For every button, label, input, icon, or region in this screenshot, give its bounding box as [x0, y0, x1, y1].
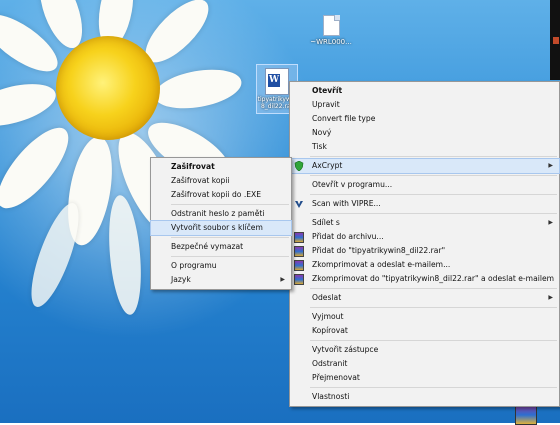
menu-item-cut[interactable]: Vyjmout	[290, 310, 559, 324]
menu-item-label: Zašifrovat	[171, 162, 215, 171]
menu-separator	[310, 156, 557, 157]
menu-item-label: Vyjmout	[312, 312, 344, 321]
menu-item-properties[interactable]: Vlastnosti	[290, 390, 559, 404]
menu-item-copy[interactable]: Kopírovat	[290, 324, 559, 338]
document-icon	[322, 15, 340, 36]
submenu-arrow-icon: ▶	[548, 294, 553, 301]
desktop-icon-wrl[interactable]: ~WRL000...	[308, 15, 354, 46]
gadget-icon[interactable]	[553, 37, 559, 44]
menu-separator	[171, 256, 289, 257]
menu-separator	[171, 237, 289, 238]
menu-item-convert-file-type[interactable]: Convert file type	[290, 112, 559, 126]
menu-item-label: Jazyk	[171, 275, 191, 284]
menu-item-label: AxCrypt	[312, 161, 343, 170]
winrar-icon	[294, 274, 304, 285]
menu-item-label: Otevřít	[312, 86, 343, 95]
menu-item-label: Přejmenovat	[312, 373, 360, 382]
menu-item-label: Tisk	[312, 142, 327, 151]
axcrypt-shield-icon	[294, 161, 304, 171]
menu-item-label: Odstranit	[312, 359, 348, 368]
menu-item-delete[interactable]: Odstranit	[290, 357, 559, 371]
menu-item-label: Odeslat	[312, 293, 342, 302]
menu-item-label: Sdílet s	[312, 218, 340, 227]
winrar-icon[interactable]	[515, 405, 537, 425]
context-menu: Otevřít Upravit Convert file type Nový T…	[289, 81, 560, 407]
menu-item-label: Scan with VIPRE...	[312, 199, 381, 208]
menu-item-label: Bezpečné vymazat	[171, 242, 244, 251]
word-document-icon: W	[265, 68, 289, 95]
menu-item-label: Kopírovat	[312, 326, 348, 335]
submenu-item-create-key-file[interactable]: Vytvořit soubor s klíčem	[150, 220, 292, 236]
menu-item-label: Přidat do "tipyatrikywin8_dil22.rar"	[312, 246, 446, 255]
submenu-arrow-icon: ▶	[280, 276, 285, 283]
menu-item-label: Otevřít v programu...	[312, 180, 393, 189]
menu-item-add-to-rar[interactable]: Přidat do "tipyatrikywin8_dil22.rar"	[290, 244, 559, 258]
menu-separator	[310, 307, 557, 308]
menu-item-label: Vlastnosti	[312, 392, 350, 401]
menu-item-share-with[interactable]: Sdílet s ▶	[290, 216, 559, 230]
menu-item-edit[interactable]: Upravit	[290, 98, 559, 112]
menu-item-create-shortcut[interactable]: Vytvořit zástupce	[290, 343, 559, 357]
menu-item-label: O programu	[171, 261, 217, 270]
menu-separator	[310, 288, 557, 289]
menu-item-label: Zašifrovat kopii	[171, 176, 230, 185]
menu-item-label: Zkomprimovat a odeslat e-mailem...	[312, 260, 451, 269]
menu-item-send-to[interactable]: Odeslat ▶	[290, 291, 559, 305]
submenu-item-encrypt-copy-exe[interactable]: Zašifrovat kopii do .EXE	[151, 188, 291, 202]
submenu-arrow-icon: ▶	[548, 162, 553, 169]
submenu-item-encrypt[interactable]: Zašifrovat	[151, 160, 291, 174]
menu-separator	[310, 213, 557, 214]
menu-item-rename[interactable]: Přejmenovat	[290, 371, 559, 385]
menu-item-label: Zašifrovat kopii do .EXE	[171, 190, 262, 199]
axcrypt-submenu: Zašifrovat Zašifrovat kopii Zašifrovat k…	[150, 157, 292, 290]
submenu-arrow-icon: ▶	[548, 219, 553, 226]
desktop-icon-label: ~WRL000...	[310, 38, 352, 46]
menu-item-new[interactable]: Nový	[290, 126, 559, 140]
vipre-icon	[295, 201, 303, 208]
menu-item-label: Vytvořit soubor s klíčem	[171, 223, 263, 232]
submenu-item-clear-passphrase[interactable]: Odstranit heslo z paměti	[151, 207, 291, 221]
submenu-item-language[interactable]: Jazyk ▶	[151, 273, 291, 287]
menu-separator	[310, 340, 557, 341]
menu-item-scan-vipre[interactable]: Scan with VIPRE...	[290, 197, 559, 211]
menu-item-label: Upravit	[312, 100, 340, 109]
menu-item-axcrypt[interactable]: AxCrypt ▶	[289, 158, 560, 174]
menu-item-label: Zkomprimovat do "tipyatrikywin8_dil22.ra…	[312, 274, 555, 283]
menu-item-label: Nový	[312, 128, 332, 137]
submenu-item-secure-delete[interactable]: Bezpečné vymazat	[151, 240, 291, 254]
menu-item-compress-email[interactable]: Zkomprimovat a odeslat e-mailem...	[290, 258, 559, 272]
winrar-icon	[294, 232, 304, 243]
flower-center	[56, 36, 160, 140]
menu-item-compress-rar-email[interactable]: Zkomprimovat do "tipyatrikywin8_dil22.ra…	[290, 272, 559, 286]
menu-item-label: Odstranit heslo z paměti	[171, 209, 265, 218]
menu-item-print[interactable]: Tisk	[290, 140, 559, 154]
winrar-icon	[294, 246, 304, 257]
menu-separator	[310, 175, 557, 176]
menu-item-open[interactable]: Otevřít	[290, 84, 559, 98]
menu-item-label: Přidat do archivu...	[312, 232, 384, 241]
menu-item-open-with[interactable]: Otevřít v programu...	[290, 178, 559, 192]
menu-item-label: Vytvořit zástupce	[312, 345, 379, 354]
submenu-item-encrypt-copy[interactable]: Zašifrovat kopii	[151, 174, 291, 188]
menu-separator	[310, 387, 557, 388]
menu-item-add-to-archive[interactable]: Přidat do archivu...	[290, 230, 559, 244]
winrar-icon	[294, 260, 304, 271]
menu-separator	[171, 204, 289, 205]
menu-item-label: Convert file type	[312, 114, 376, 123]
submenu-item-about[interactable]: O programu	[151, 259, 291, 273]
menu-separator	[310, 194, 557, 195]
